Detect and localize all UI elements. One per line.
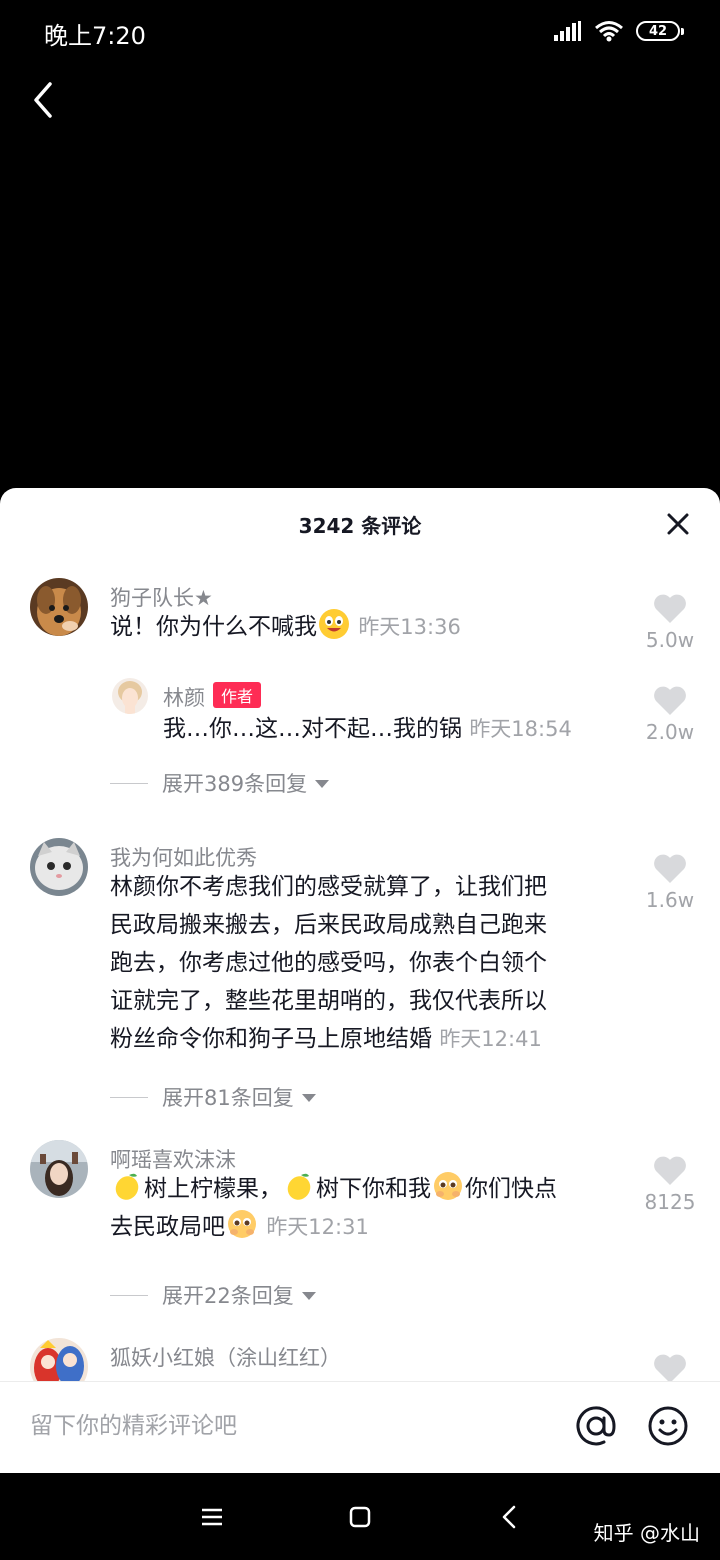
comment-text: 林颜你不考虑我们的感受就算了，让我们把 民政局搬来搬去，后来民政局成熟自己跑来 … — [110, 868, 630, 1058]
expand-replies-label: 展开389条回复 — [162, 772, 308, 796]
comment-input[interactable] — [30, 1406, 550, 1446]
menu-icon — [202, 1508, 222, 1526]
status-time: 晚上7:20 — [44, 22, 146, 50]
grinning-face-icon — [319, 609, 349, 639]
author-badge: 作者 — [213, 682, 262, 708]
comment-time: 昨天12:41 — [439, 1027, 542, 1051]
system-nav-bar: 知乎 @水山 — [0, 1473, 720, 1560]
pleading-face-icon — [434, 1172, 462, 1200]
comment-username[interactable]: 狐妖小红娘（涂山红红） — [110, 1342, 341, 1372]
comment-time: 昨天12:31 — [266, 1215, 369, 1239]
reply-text: 我…你…这…对不起…我的锅 昨天18:54 — [163, 710, 633, 748]
menu-button[interactable] — [198, 1503, 226, 1531]
like-count: 1.6w — [645, 888, 695, 912]
comment-body: 说！你为什么不喊我 — [110, 614, 317, 640]
heart-icon — [654, 686, 686, 715]
battery-level: 42 — [648, 23, 668, 39]
like-button[interactable]: 2.0w — [638, 686, 702, 744]
pleading-face-icon — [228, 1210, 256, 1238]
expand-replies-label: 展开22条回复 — [162, 1284, 294, 1308]
comment-text: 说！你为什么不喊我 昨天13:36 — [110, 608, 630, 646]
chevron-left-icon — [34, 82, 52, 118]
comment-line: 树上柠檬果， 树下你和我 你们快点 — [110, 1170, 630, 1208]
reply-time: 昨天18:54 — [469, 717, 572, 741]
comments-header: 3242 条评论 — [0, 488, 720, 560]
chevron-left-icon — [502, 1505, 516, 1529]
like-button[interactable] — [638, 1354, 702, 1384]
reply-username-text: 林颜 — [163, 686, 205, 710]
expand-replies-label: 展开81条回复 — [162, 1086, 294, 1110]
close-icon — [667, 513, 689, 535]
watermark: 知乎 @水山 — [593, 1521, 700, 1545]
avatar[interactable] — [30, 838, 88, 896]
expand-replies-button[interactable]: 展开81条回复 — [110, 1082, 316, 1112]
reply-username[interactable]: 林颜 作者 — [163, 682, 262, 712]
divider-line — [110, 1096, 148, 1098]
comment-line-text: 去民政局吧 — [110, 1214, 225, 1240]
at-sign-icon — [576, 1406, 616, 1446]
back-nav-button[interactable] — [496, 1503, 524, 1531]
expand-replies-button[interactable]: 展开389条回复 — [110, 768, 330, 798]
comment-segment: 树上柠檬果， — [144, 1176, 282, 1202]
heart-icon — [654, 1354, 686, 1383]
divider-line — [110, 1294, 148, 1296]
heart-icon — [654, 854, 686, 883]
comment-segment: 树下你和我 — [316, 1176, 431, 1202]
wifi-icon — [595, 21, 623, 42]
comments-sheet: 3242 条评论 狗子队长★ 说！你为什么不喊我 昨天13:36 5.0w 林颜… — [0, 488, 720, 1473]
comment-line: 证就完了，整些花里胡哨的，我仅代表所以 — [110, 988, 547, 1014]
status-icons: 42 — [554, 20, 684, 42]
comment-text: 树上柠檬果， 树下你和我 你们快点 去民政局吧 昨天12:31 — [110, 1170, 630, 1246]
comment-line-text: 粉丝命令你和狗子马上原地结婚 — [110, 1026, 432, 1052]
comment-segment: 你们快点 — [465, 1176, 557, 1202]
reply-body: 我…你…这…对不起…我的锅 — [163, 716, 462, 742]
smiley-icon — [648, 1406, 688, 1446]
close-button[interactable] — [666, 512, 690, 536]
battery-indicator: 42 — [636, 21, 684, 41]
mention-button[interactable] — [574, 1404, 618, 1448]
like-button[interactable]: 1.6w — [638, 854, 702, 912]
comment-line: 民政局搬来搬去，后来民政局成熟自己跑来 — [110, 912, 547, 938]
caret-down-icon — [315, 780, 330, 788]
home-button[interactable] — [346, 1503, 374, 1531]
comment-time: 昨天13:36 — [358, 615, 461, 639]
emoji-button[interactable] — [646, 1404, 690, 1448]
avatar[interactable] — [112, 678, 148, 714]
comment-line: 跑去，你考虑过他的感受吗，你表个白领个 — [110, 950, 547, 976]
like-count: 5.0w — [645, 628, 695, 652]
lemon-icon — [115, 1173, 139, 1200]
like-count: 2.0w — [645, 720, 695, 744]
comment-line: 林颜你不考虑我们的感受就算了，让我们把 — [110, 874, 547, 900]
back-button[interactable] — [26, 78, 66, 122]
like-button[interactable]: 5.0w — [638, 594, 702, 652]
like-count: 8125 — [644, 1190, 696, 1214]
caret-down-icon — [301, 1094, 316, 1102]
heart-icon — [654, 594, 686, 623]
comments-count-title: 3242 条评论 — [298, 514, 422, 538]
like-button[interactable]: 8125 — [638, 1156, 702, 1214]
status-bar: 晚上7:20 42 — [0, 0, 720, 66]
comment-line: 去民政局吧 昨天12:31 — [110, 1208, 630, 1246]
comment-line: 粉丝命令你和狗子马上原地结婚 昨天12:41 — [110, 1020, 630, 1058]
divider-line — [110, 782, 148, 784]
avatar[interactable] — [30, 1140, 88, 1198]
heart-icon — [654, 1156, 686, 1185]
caret-down-icon — [301, 1292, 316, 1300]
expand-replies-button[interactable]: 展开22条回复 — [110, 1280, 316, 1310]
comment-input-bar — [0, 1381, 720, 1473]
avatar[interactable] — [30, 578, 88, 636]
square-icon — [349, 1506, 371, 1528]
signal-bars-icon — [554, 21, 581, 41]
lemon-icon — [287, 1173, 311, 1200]
